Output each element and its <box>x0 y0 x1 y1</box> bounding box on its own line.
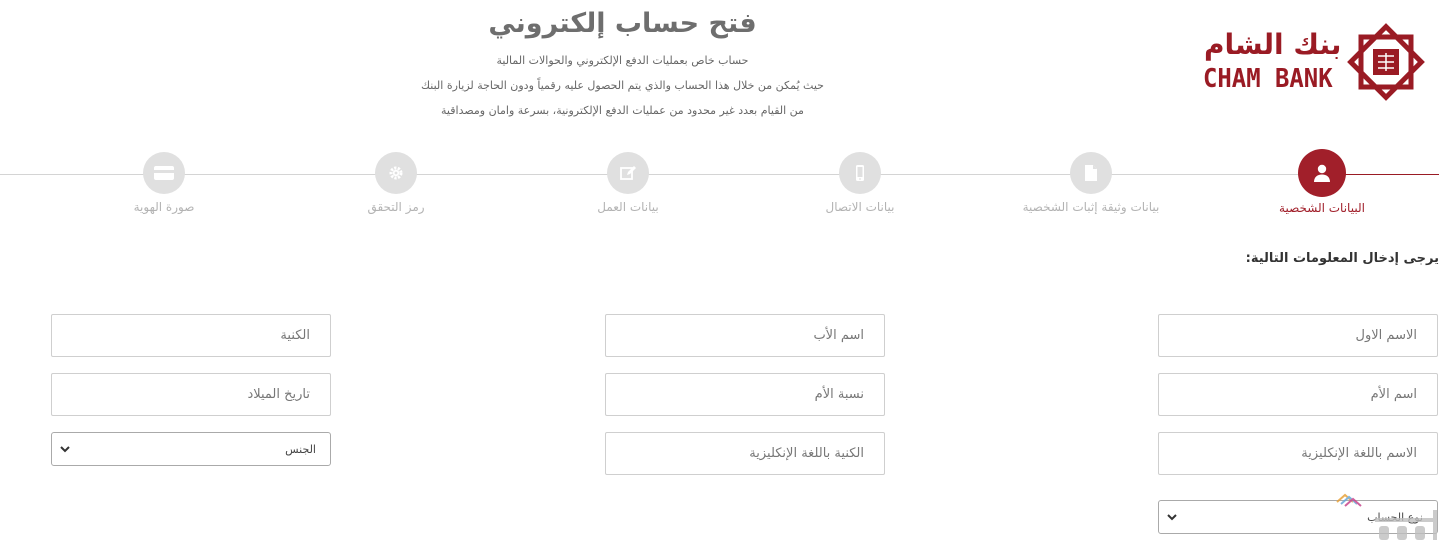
step-label: بيانات الاتصال <box>825 200 895 214</box>
chevron-down-icon <box>60 446 70 453</box>
mobile-icon <box>839 152 881 194</box>
cham-bank-logo[interactable]: بنك الشام CHAM BANK <box>1200 18 1432 108</box>
step-label: البيانات الشخصية <box>1279 201 1365 215</box>
step-id-photo[interactable]: صورة الهوية <box>64 152 264 214</box>
gender-value: الجنس <box>285 442 316 456</box>
gear-icon <box>375 152 417 194</box>
bank-emblem-icon <box>1347 23 1425 101</box>
card-icon <box>143 152 185 194</box>
first-name-field[interactable]: الاسم الاول <box>1158 314 1438 357</box>
name-english-field[interactable]: الاسم باللغة الإنكليزية <box>1158 432 1438 475</box>
logo-english-text: CHAM BANK <box>1203 64 1333 94</box>
subtitle-line-1: حساب خاص بعمليات الدفع الإلكتروني والحوا… <box>496 54 749 67</box>
step-work-data[interactable]: بيانات العمل <box>528 152 728 214</box>
step-label: بيانات وثيقة إثبات الشخصية <box>1022 200 1160 214</box>
step-label: صورة الهوية <box>133 200 195 214</box>
user-icon <box>1298 149 1346 197</box>
step-label: بيانات العمل <box>597 200 659 214</box>
mother-name-field[interactable]: اسم الأم <box>1158 373 1438 416</box>
logo-arabic-text: بنك الشام <box>1204 28 1342 61</box>
last-name-english-field[interactable]: الكنية باللغة الإنكليزية <box>605 432 885 475</box>
site-watermark-icon <box>1336 493 1437 540</box>
gender-select[interactable]: الجنس <box>51 432 331 466</box>
page-title: فتح حساب إلكتروني <box>488 8 757 39</box>
father-name-field[interactable]: اسم الأب <box>605 314 885 357</box>
step-contact-data[interactable]: بيانات الاتصال <box>760 152 960 214</box>
document-icon <box>1070 152 1112 194</box>
step-verification-code[interactable]: رمز التحقق <box>296 152 496 214</box>
chevron-down-icon <box>1167 514 1177 521</box>
subtitle-line-3: من القيام بعدد غير محدود من عمليات الدفع… <box>441 104 804 117</box>
step-id-document[interactable]: بيانات وثيقة إثبات الشخصية <box>991 152 1191 214</box>
birth-date-field[interactable]: تاريخ الميلاد <box>51 373 331 416</box>
edit-icon <box>607 152 649 194</box>
step-personal-data[interactable]: البيانات الشخصية <box>1222 149 1422 215</box>
last-name-field[interactable]: الكنية <box>51 314 331 357</box>
form-instruction: يرجى إدخال المعلومات التالية: <box>1245 251 1439 266</box>
subtitle-line-2: حيث يُمكن من خلال هذا الحساب والذي يتم ا… <box>421 79 824 92</box>
mother-surname-field[interactable]: نسبة الأم <box>605 373 885 416</box>
step-label: رمز التحقق <box>367 200 425 214</box>
